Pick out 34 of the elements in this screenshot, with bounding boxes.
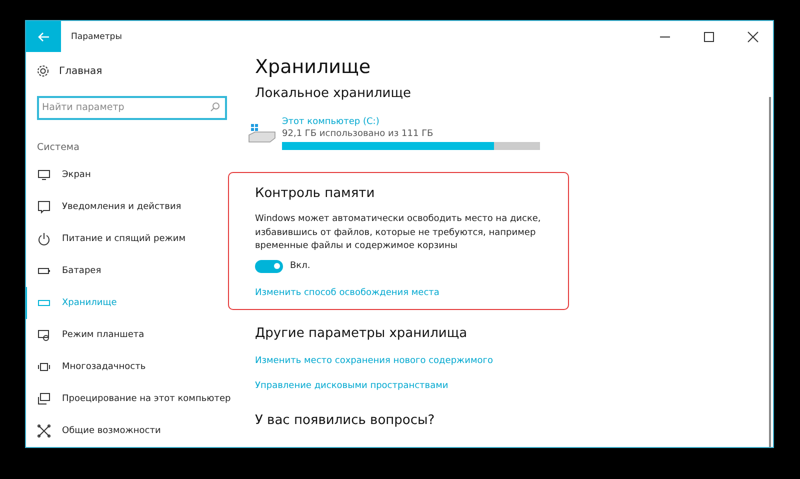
sidebar-item[interactable]: Батарея bbox=[26, 255, 231, 287]
section-heading: Локальное хранилище bbox=[255, 86, 411, 101]
sidebar-item-icon bbox=[37, 232, 51, 246]
section-heading: У вас появились вопросы? bbox=[255, 413, 435, 428]
sidebar-item[interactable]: Общие возможности bbox=[26, 415, 231, 447]
sidebar-item[interactable]: Экран bbox=[26, 159, 231, 191]
sidebar-item-icon bbox=[37, 168, 51, 182]
section-label: Система bbox=[37, 142, 80, 153]
sidebar-item-icon bbox=[37, 360, 51, 374]
gear-icon bbox=[36, 64, 50, 78]
sidebar-item[interactable]: Режим планшета bbox=[26, 319, 231, 351]
maximize-icon[interactable] bbox=[703, 30, 715, 42]
sidebar-item-icon bbox=[37, 328, 51, 342]
description-text: Windows может автоматически освободить место на диске, избавившись от файлов, которые не требуются, например временные файлы и содержимое корзины bbox=[255, 213, 542, 253]
toggle-label: Вкл. bbox=[290, 261, 310, 271]
sidebar-item[interactable]: Уведомления и действия bbox=[26, 191, 231, 223]
usage-text: 92,1 ГБ использовано из 111 ГБ bbox=[282, 129, 434, 139]
toggle-switch[interactable] bbox=[255, 260, 283, 272]
window-title: Параметры bbox=[71, 32, 123, 42]
sidebar-item-icon bbox=[37, 200, 51, 214]
sidebar-item[interactable]: Проецирование на этот компьютер bbox=[26, 383, 231, 415]
sidebar-item[interactable]: Питание и спящий режим bbox=[26, 223, 231, 255]
sidebar-item[interactable]: Многозадачность bbox=[26, 351, 231, 383]
search-icon bbox=[210, 102, 220, 112]
section-heading: Другие параметры хранилища bbox=[255, 326, 468, 341]
sidebar-item-icon bbox=[37, 392, 51, 406]
page-title: Хранилище bbox=[255, 56, 371, 78]
sidebar-item-icon bbox=[37, 424, 51, 438]
back-arrow-icon bbox=[38, 32, 50, 42]
search-field[interactable]: Найти параметр bbox=[37, 96, 227, 120]
home-item[interactable]: Главная bbox=[36, 62, 102, 80]
section-heading: Контроль памяти bbox=[255, 186, 375, 201]
drive-icon bbox=[248, 122, 276, 144]
close-icon[interactable] bbox=[747, 30, 759, 42]
